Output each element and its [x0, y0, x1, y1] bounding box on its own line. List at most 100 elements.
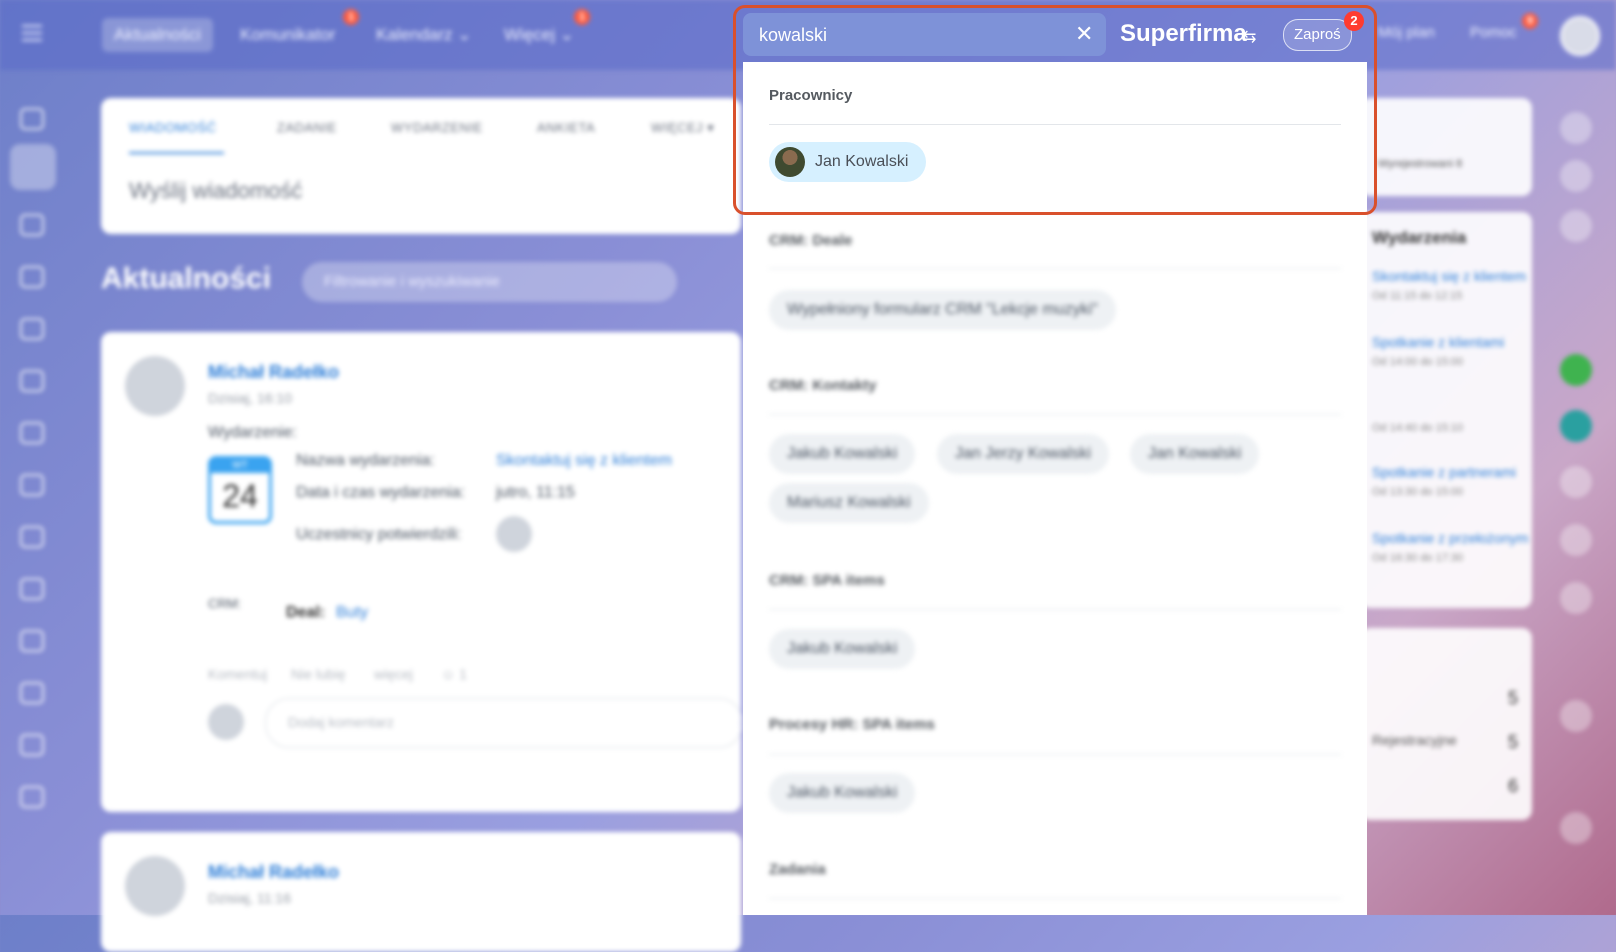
- section-divider: [769, 898, 1341, 899]
- event-link[interactable]: Spotkanie z przełożonym: [1372, 530, 1528, 546]
- contact-center-icon[interactable]: [20, 526, 44, 548]
- notifications-icon[interactable]: [1560, 112, 1592, 144]
- section-title-crm-deals: CRM: Deale: [769, 232, 853, 249]
- search-icon[interactable]: [1560, 160, 1592, 192]
- chat-icon[interactable]: [20, 214, 44, 236]
- drive-icon[interactable]: [20, 370, 44, 392]
- shop-icon[interactable]: [20, 786, 44, 808]
- stat-value: 6: [1507, 776, 1518, 796]
- phone-icon[interactable]: [1560, 812, 1592, 844]
- event-time: Od 14:00 do 15:00: [1372, 356, 1464, 368]
- commenter-avatar: [208, 704, 244, 740]
- event-link[interactable]: Spotkanie z klientami: [1372, 334, 1504, 350]
- calendar-weekday: WT: [211, 459, 269, 473]
- video-call-icon[interactable]: [1560, 700, 1592, 732]
- calendar-icon[interactable]: [20, 266, 44, 288]
- comment-input[interactable]: Dodaj komentarz: [265, 698, 743, 748]
- contact-result[interactable]: Jan Kowalski: [1130, 434, 1260, 474]
- tab-composer-more[interactable]: WIĘCEJ ▾: [651, 120, 714, 136]
- my-plan-link[interactable]: Mój plan: [1378, 24, 1435, 41]
- tab-event[interactable]: WYDARZENIE: [391, 120, 483, 135]
- event-link[interactable]: Spotkanie z partnerami: [1372, 464, 1516, 480]
- contact-avatar-icon[interactable]: [1560, 524, 1592, 556]
- tab-messenger[interactable]: Komunikator: [228, 18, 347, 52]
- section-divider: [769, 754, 1341, 755]
- registered-count: Wyrejestrowani 8: [1378, 158, 1463, 170]
- section-divider: [769, 414, 1341, 415]
- deal-result[interactable]: Wypełniony formularz CRM "Lekcje muzyki": [769, 290, 1116, 330]
- tab-message[interactable]: WIADOMOŚĆ: [129, 120, 217, 135]
- event-link[interactable]: Skontaktuj się z klientem: [1372, 268, 1526, 284]
- contact-result[interactable]: Jan Jerzy Kowalski: [937, 434, 1110, 474]
- tab-more[interactable]: Więcej ⌄: [492, 18, 586, 52]
- calendar-date-icon: WT 24: [208, 456, 272, 524]
- section-title-crm-contacts: CRM: Kontakty: [769, 377, 877, 394]
- author-avatar[interactable]: [125, 356, 185, 416]
- calendar-day: 24: [222, 478, 258, 514]
- dislike-action[interactable]: Nie lubię: [291, 666, 345, 682]
- help-link[interactable]: Pomoc: [1470, 24, 1517, 41]
- menu-icon[interactable]: [22, 25, 42, 41]
- tab-task[interactable]: ZADANIE: [277, 120, 337, 135]
- news-icon[interactable]: [10, 144, 56, 190]
- active-tab-underline: [129, 152, 224, 154]
- contact-avatar-icon[interactable]: [1560, 466, 1592, 498]
- events-title: Wydarzenia: [1372, 228, 1467, 247]
- post-author[interactable]: Michał Radełko: [208, 862, 339, 883]
- comment-action[interactable]: Komentuj: [208, 666, 267, 682]
- mail-icon[interactable]: [20, 422, 44, 444]
- event-time: Od 11:15 do 12:15: [1372, 290, 1463, 302]
- tasks-icon[interactable]: [20, 578, 44, 600]
- author-avatar[interactable]: [125, 856, 185, 916]
- contact-avatar-icon[interactable]: [1560, 410, 1592, 442]
- post-composer: WIADOMOŚĆ ZADANIE WYDARZENIE ANKIETA WIĘ…: [101, 98, 741, 234]
- hr-spa-item-result[interactable]: Jakub Kowalski: [769, 773, 916, 813]
- deal-link[interactable]: Buty: [336, 604, 368, 622]
- crm-label: CRM:: [208, 596, 242, 611]
- contact-avatar-icon[interactable]: [1560, 582, 1592, 614]
- message-input[interactable]: Wyślij wiadomość: [129, 178, 302, 204]
- more-action[interactable]: więcej: [374, 666, 413, 682]
- stat-value: 5: [1507, 688, 1518, 708]
- user-avatar[interactable]: [1560, 16, 1600, 56]
- reactions-count[interactable]: ☺ 1: [441, 666, 467, 682]
- section-title-hr-spa-items: Procesy HR: SPA items: [769, 716, 935, 733]
- contact-result[interactable]: Mariusz Kowalski: [769, 483, 929, 523]
- feed-post: Michał Radełko Dzisiaj, 16:10 Wydarzenie…: [101, 332, 743, 812]
- feed-filter-input[interactable]: Filtrowanie i wyszukiwanie: [302, 262, 677, 302]
- participants-label: Uczestnicy potwierdzili:: [296, 526, 462, 543]
- event-time-label: Data i czas wydarzenia:: [296, 484, 465, 501]
- tab-news[interactable]: Aktualności: [102, 18, 213, 52]
- event-time: Od 14:40 do 15:10: [1372, 422, 1464, 434]
- messenger-badge: 1: [343, 9, 359, 25]
- event-name-link[interactable]: Skontaktuj się z klientem: [496, 452, 672, 470]
- post-author[interactable]: Michał Radełko: [208, 362, 339, 383]
- tab-poll[interactable]: ANKIETA: [537, 120, 595, 135]
- participant-avatar[interactable]: [496, 516, 532, 552]
- home-icon[interactable]: [20, 108, 44, 130]
- crm-icon[interactable]: [20, 630, 44, 652]
- section-divider: [769, 268, 1341, 269]
- settings-icon[interactable]: [1560, 210, 1592, 242]
- section-divider: [769, 609, 1341, 610]
- highlight-frame: [733, 5, 1377, 215]
- left-sidebar: [0, 70, 64, 915]
- stat-value: 5: [1507, 732, 1518, 752]
- contact-result[interactable]: Jakub Kowalski: [769, 434, 916, 474]
- marketing-icon[interactable]: [20, 682, 44, 704]
- stat-label: Rejestracyjne: [1372, 732, 1457, 748]
- comment-placeholder: Dodaj komentarz: [288, 714, 394, 730]
- documents-icon[interactable]: [20, 318, 44, 340]
- more-badge: 1: [574, 9, 590, 25]
- section-title-tasks: Zadania: [769, 861, 826, 878]
- right-widget-status: Wyrejestrowani 8: [1360, 98, 1532, 196]
- post-date: Dzisiaj, 16:10: [208, 390, 293, 406]
- automation-icon[interactable]: [20, 734, 44, 756]
- spa-item-result[interactable]: Jakub Kowalski: [769, 629, 916, 669]
- tab-calendar[interactable]: Kalendarz ⌄: [364, 18, 484, 52]
- post-type: Wydarzenie:: [208, 424, 297, 441]
- contact-avatar-icon[interactable]: [1560, 354, 1592, 386]
- feed-title: Aktualności: [101, 262, 272, 295]
- event-time: jutro, 11:15: [496, 484, 575, 501]
- groups-icon[interactable]: [20, 474, 44, 496]
